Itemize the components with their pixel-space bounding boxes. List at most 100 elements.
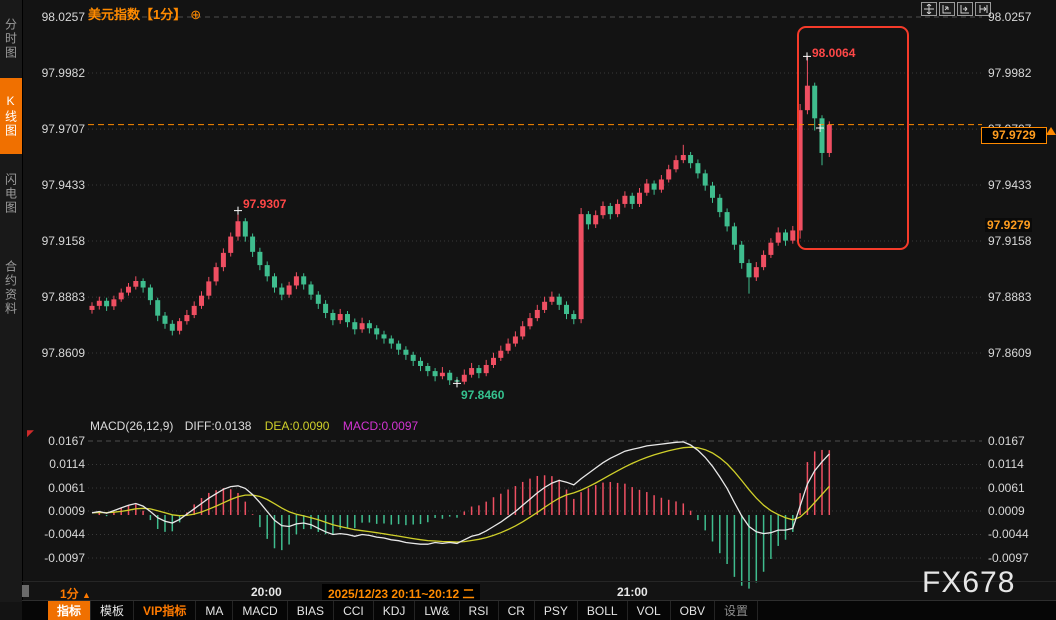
- candle-body: [586, 214, 591, 224]
- swing-high-label: 98.0064: [812, 46, 855, 60]
- toolbar-item-obv[interactable]: OBV: [671, 601, 715, 620]
- candle-body: [221, 253, 226, 267]
- candle-body: [389, 338, 394, 343]
- candle-body: [141, 281, 146, 288]
- toolbar-item-psy[interactable]: PSY: [535, 601, 578, 620]
- candle-body: [491, 358, 496, 365]
- add-overlay-icon[interactable]: ⊕: [190, 7, 201, 22]
- toolbar-item-macd[interactable]: MACD: [233, 601, 287, 620]
- axis-resize-handle[interactable]: [22, 585, 29, 597]
- toolbar-item-vol[interactable]: VOL: [628, 601, 671, 620]
- toolbar-item-boll[interactable]: BOLL: [578, 601, 628, 620]
- fit-chart-icon[interactable]: [939, 2, 955, 16]
- candle-body: [703, 173, 708, 185]
- toolbar-item-indicators[interactable]: 指标: [48, 601, 91, 620]
- candle-body: [330, 313, 335, 320]
- time-tick-2000: 20:00: [251, 585, 282, 599]
- candle-body: [688, 155, 693, 163]
- candle-body: [783, 232, 788, 240]
- toolbar-item-cci[interactable]: CCI: [334, 601, 374, 620]
- candle-body: [717, 198, 722, 212]
- sidebar-tab-contract-info[interactable]: 合约资料: [0, 238, 22, 338]
- toolbar-item-vip-indicators[interactable]: VIP指标: [134, 601, 196, 620]
- toolbar-item-cr[interactable]: CR: [499, 601, 535, 620]
- candle-body: [652, 184, 657, 190]
- candle-body: [206, 281, 211, 295]
- candle-body: [827, 125, 832, 153]
- period-arrow-icon: ▲: [82, 590, 91, 600]
- candle-body: [367, 323, 372, 328]
- period-label: 1分: [60, 587, 79, 601]
- candle-body: [374, 328, 379, 334]
- trading-terminal: 分时图K线图闪电图合约资料 美元指数【1分】⊕ 98.025797.998297…: [0, 0, 1056, 620]
- candle-body: [732, 226, 737, 244]
- time-tick-2100: 21:00: [617, 585, 648, 599]
- candle-body: [133, 281, 138, 287]
- axis-label: 0.0114: [33, 457, 85, 471]
- candle-body: [776, 232, 781, 242]
- scale-left-axis-icon[interactable]: [957, 2, 973, 16]
- candle-body: [287, 285, 292, 294]
- candle-body: [528, 318, 533, 326]
- macd-macd-value: MACD:0.0097: [343, 419, 418, 433]
- candle-body: [579, 214, 584, 319]
- candle-body: [177, 321, 182, 331]
- reference-price-label: 97.9279: [985, 218, 1032, 232]
- macd-header: MACD(26,12,9) DIFF:0.0138 DEA:0.0090 MAC…: [90, 419, 418, 433]
- cross-marker: [803, 52, 811, 60]
- sidebar-tab-time-share-chart[interactable]: 分时图: [0, 4, 22, 74]
- sidebar-tab-lightning-chart[interactable]: 闪电图: [0, 158, 22, 230]
- axis-label: 0.0009: [33, 504, 85, 518]
- candle-body: [542, 302, 547, 310]
- candle-body: [148, 288, 153, 301]
- peak-label: 97.9307: [243, 197, 286, 211]
- candle-body: [440, 373, 445, 376]
- candle-body: [257, 252, 262, 265]
- toolbar-item-bias[interactable]: BIAS: [288, 601, 334, 620]
- candle-body: [754, 267, 759, 277]
- toolbar-item-templates[interactable]: 模板: [91, 601, 134, 620]
- chart-canvas[interactable]: [0, 0, 1056, 620]
- candle-body: [323, 304, 328, 313]
- macd-anchor-icon[interactable]: ◤: [27, 428, 34, 439]
- toolbar-item-settings[interactable]: 设置: [715, 601, 758, 620]
- toolbar-item-rsi[interactable]: RSI: [460, 601, 499, 620]
- candle-body: [382, 334, 387, 338]
- candle-body: [214, 267, 219, 281]
- axis-label: 0.0061: [33, 481, 85, 495]
- candle-body: [812, 86, 817, 119]
- candle-body: [301, 276, 306, 284]
- candle-body: [805, 86, 810, 110]
- candle-body: [469, 368, 474, 375]
- low-label: 97.8460: [461, 388, 504, 402]
- axis-label: 97.9433: [988, 178, 1031, 192]
- toolbar-item-lw[interactable]: LW&: [415, 601, 459, 620]
- axis-label: 0.0009: [988, 504, 1025, 518]
- candle-body: [433, 371, 438, 376]
- candle-body: [345, 314, 350, 322]
- candle-body: [462, 375, 467, 382]
- candle-body: [557, 297, 562, 305]
- axis-label: -0.0097: [33, 551, 85, 565]
- axis-label: 97.8609: [33, 346, 85, 360]
- crosshair-move-icon[interactable]: [921, 2, 937, 16]
- candle-body: [710, 186, 715, 198]
- candle-body: [338, 314, 343, 320]
- candle-body: [820, 118, 825, 153]
- candle-body: [411, 355, 416, 361]
- candle-body: [637, 193, 642, 204]
- toolbar-item-ma[interactable]: MA: [196, 601, 233, 620]
- candle-body: [601, 206, 606, 215]
- candle-body: [608, 206, 613, 214]
- candle-body: [279, 288, 284, 295]
- macd-diff-value: DIFF:0.0138: [185, 419, 252, 433]
- macd-dea-value: DEA:0.0090: [265, 419, 330, 433]
- candle-body: [316, 295, 321, 304]
- axis-label: 97.9982: [33, 66, 85, 80]
- candle-body: [104, 301, 109, 307]
- candle-body: [506, 344, 511, 351]
- toolbar-item-kdj[interactable]: KDJ: [374, 601, 416, 620]
- candle-body: [163, 316, 168, 324]
- sidebar-tab-kline-chart[interactable]: K线图: [0, 78, 22, 154]
- price-up-arrow-icon: [1046, 127, 1056, 135]
